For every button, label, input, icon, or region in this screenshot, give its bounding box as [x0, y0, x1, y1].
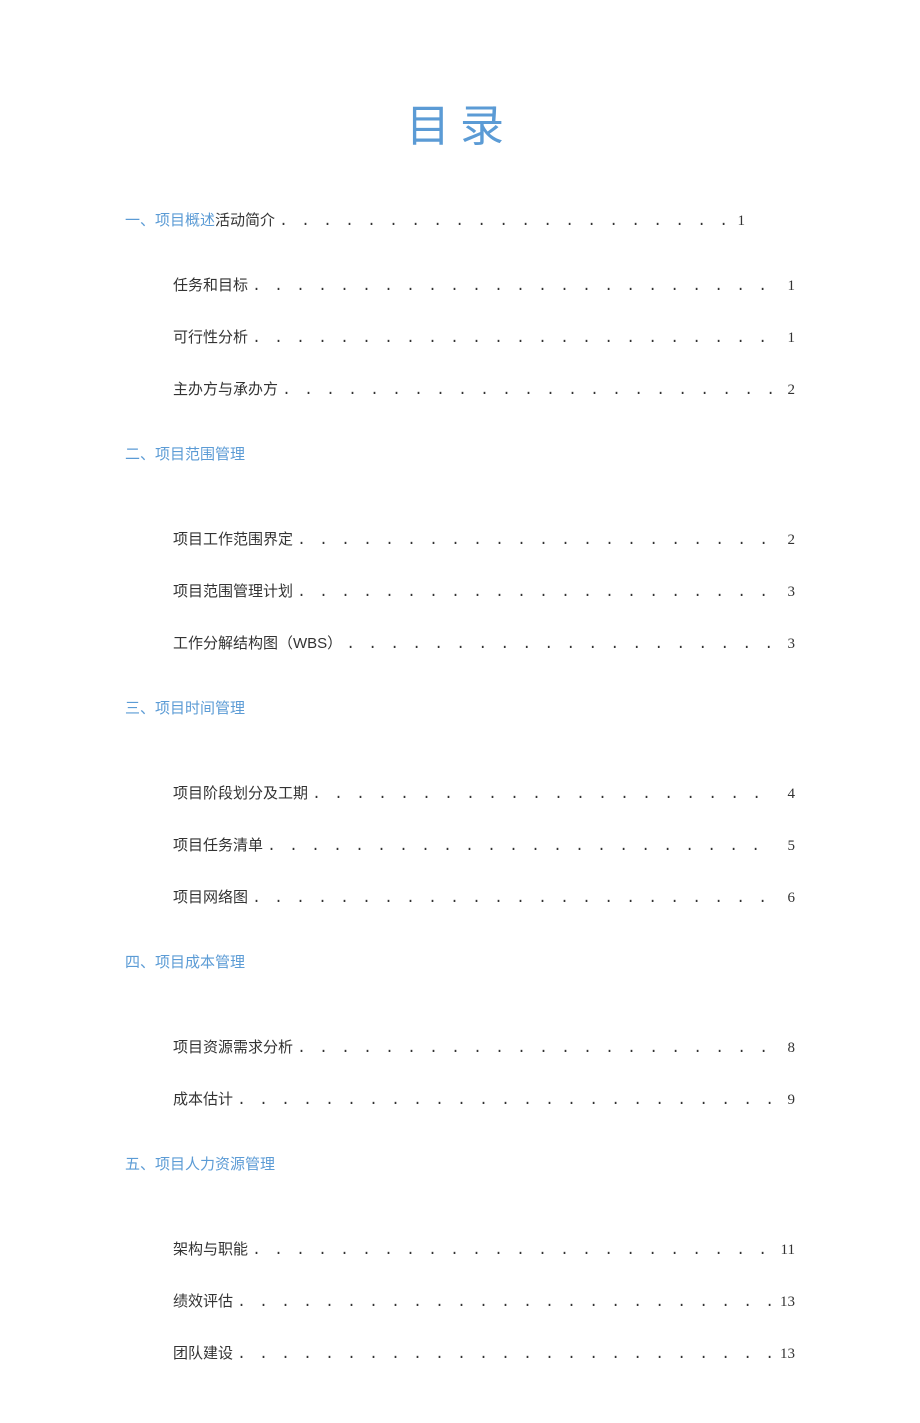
toc-subitem: 任务和目标 1 — [173, 274, 795, 295]
subitem-label: 主办方与承办方 — [173, 378, 278, 399]
toc-subitem: 项目工作范围界定 2 — [173, 528, 795, 549]
toc-subitem: 项目网络图 6 — [173, 886, 795, 907]
subitem-page: 2 — [779, 532, 795, 549]
toc-subitem: 可行性分析 1 — [173, 326, 795, 347]
subitem-label: 项目资源需求分析 — [173, 1036, 293, 1057]
section-1-page: 1 — [729, 213, 745, 230]
leader-dots — [346, 636, 775, 653]
leader-dots — [297, 532, 775, 549]
subitem-page: 6 — [779, 890, 795, 907]
subitem-page: 13 — [779, 1346, 795, 1363]
toc-subitem: 主办方与承办方 2 — [173, 378, 795, 399]
toc-subitem: 架构与职能 11 — [173, 1238, 795, 1259]
leader-dots — [279, 213, 725, 230]
toc-subitem: 项目任务清单 5 — [173, 834, 795, 855]
section-1-link[interactable]: 项目概述 — [155, 212, 215, 229]
section-3-heading[interactable]: 三、项目时间管理 — [125, 697, 795, 718]
leader-dots — [252, 330, 775, 347]
toc-subitem: 项目阶段划分及工期 4 — [173, 782, 795, 803]
subitem-page: 3 — [779, 584, 795, 601]
leader-dots — [297, 584, 775, 601]
leader-dots — [237, 1294, 775, 1311]
subitem-label: 项目网络图 — [173, 886, 248, 907]
subitem-label: 可行性分析 — [173, 326, 248, 347]
toc-subitem: 工作分解结构图（WBS） 3 — [173, 632, 795, 653]
subitem-label: 成本估计 — [173, 1088, 233, 1109]
subitem-label: 项目工作范围界定 — [173, 528, 293, 549]
subitem-label: 项目任务清单 — [173, 834, 263, 855]
subitem-page: 2 — [779, 382, 795, 399]
leader-dots — [252, 278, 775, 295]
subitem-label: 架构与职能 — [173, 1238, 248, 1259]
subitem-label: 项目范围管理计划 — [173, 580, 293, 601]
subitem-page: 11 — [779, 1242, 795, 1259]
subitem-label: 工作分解结构图（WBS） — [173, 632, 342, 653]
subitem-label: 团队建设 — [173, 1342, 233, 1363]
subitem-page: 1 — [779, 330, 795, 347]
subitem-page: 8 — [779, 1040, 795, 1057]
leader-dots — [267, 838, 775, 855]
subitem-label: 任务和目标 — [173, 274, 248, 295]
leader-dots — [237, 1346, 775, 1363]
leader-dots — [312, 786, 775, 803]
section-1-line: 一、项目概述活动简介 1 — [125, 209, 795, 230]
subitem-page: 13 — [779, 1294, 795, 1311]
toc-title: 目录 — [125, 90, 795, 154]
toc-page: 目录 一、项目概述活动简介 1 任务和目标 1 可行性分析 1 主办方与承办方 … — [0, 0, 920, 1423]
subitem-label: 项目阶段划分及工期 — [173, 782, 308, 803]
subitem-page: 3 — [779, 636, 795, 653]
leader-dots — [297, 1040, 775, 1057]
toc-subitem: 成本估计 9 — [173, 1088, 795, 1109]
section-4-heading[interactable]: 四、项目成本管理 — [125, 951, 795, 972]
toc-subitem: 项目资源需求分析 8 — [173, 1036, 795, 1057]
subitem-page: 5 — [779, 838, 795, 855]
leader-dots — [237, 1092, 775, 1109]
section-1-number: 一、 — [125, 212, 155, 229]
leader-dots — [282, 382, 775, 399]
subitem-page: 9 — [779, 1092, 795, 1109]
subitem-page: 4 — [779, 786, 795, 803]
leader-dots — [252, 1242, 775, 1259]
section-2-heading[interactable]: 二、项目范围管理 — [125, 443, 795, 464]
section-1-after: 活动简介 — [215, 212, 275, 229]
section-5-heading[interactable]: 五、项目人力资源管理 — [125, 1153, 795, 1174]
toc-subitem: 团队建设 13 — [173, 1342, 795, 1363]
toc-subitem: 项目范围管理计划 3 — [173, 580, 795, 601]
subitem-page: 1 — [779, 278, 795, 295]
leader-dots — [252, 890, 775, 907]
